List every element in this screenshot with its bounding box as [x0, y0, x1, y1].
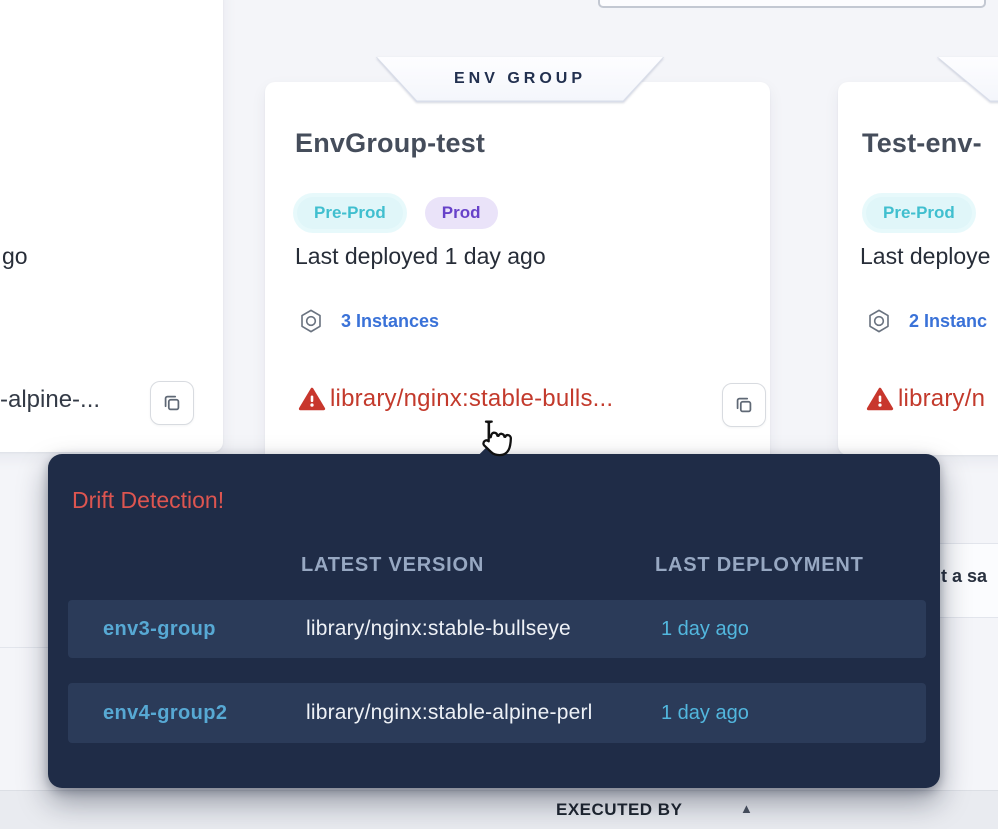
ribbon-label: ENV GROUP	[454, 70, 586, 88]
latest-version-value: library/nginx:stable-alpine-perl	[306, 683, 593, 743]
drift-detection-title: Drift Detection!	[72, 487, 224, 514]
background-partial-text: t a sa	[941, 566, 987, 587]
drift-table-row: env4-group2 library/nginx:stable-alpine-…	[68, 683, 926, 743]
last-deployed-text: Last deploye	[860, 243, 990, 270]
last-deployed-text: Last deployed 1 day ago	[295, 243, 546, 270]
column-header-executed-by[interactable]: EXECUTED BY	[556, 800, 682, 820]
instances-link[interactable]: 2 Instanc	[866, 308, 987, 334]
instances-label: 2 Instanc	[909, 311, 987, 332]
hexagon-instances-icon	[866, 308, 892, 334]
warning-triangle-icon	[298, 385, 326, 413]
drift-warning-row: library/n	[866, 385, 985, 413]
env-group-card-right[interactable]: Test-env- Pre-Prod Last deploye 2 Instan…	[838, 82, 998, 455]
env-link[interactable]: env3-group	[103, 600, 216, 658]
table-header-bar: EXECUTED BY ▲	[0, 790, 998, 829]
card-title: Test-env-	[862, 128, 982, 159]
copy-button[interactable]	[722, 383, 766, 427]
background-row-divider	[0, 647, 48, 648]
instances-link[interactable]: 3 Instances	[298, 308, 439, 334]
badge-pre-prod: Pre-Prod	[297, 197, 403, 229]
column-header-last-deployment: LAST DEPLOYMENT	[655, 554, 864, 577]
env-group-ribbon: ENV GROUP	[376, 57, 664, 102]
image-tag-text: -alpine-...	[0, 386, 100, 414]
image-tag-warning-text[interactable]: library/n	[898, 385, 985, 413]
badge-row: Pre-Prod Prod	[297, 197, 498, 229]
env-link[interactable]: env4-group2	[103, 683, 227, 743]
badge-prod: Prod	[425, 197, 498, 229]
copy-icon	[733, 394, 755, 416]
warning-triangle-icon	[866, 385, 894, 413]
hexagon-instances-icon	[298, 308, 324, 334]
last-deployment-value: 1 day ago	[661, 600, 749, 658]
copy-button[interactable]	[150, 381, 194, 425]
badge-row: Pre-Prod	[866, 197, 972, 229]
top-panel-edge	[598, 0, 986, 8]
last-deployed-text: go	[2, 243, 28, 270]
card-title: EnvGroup-test	[295, 128, 485, 159]
badge-pre-prod: Pre-Prod	[866, 197, 972, 229]
env-group-card-left[interactable]: go -alpine-...	[0, 0, 223, 452]
column-header-latest-version: LATEST VERSION	[301, 554, 484, 577]
drift-table-row: env3-group library/nginx:stable-bullseye…	[68, 600, 926, 658]
last-deployment-value: 1 day ago	[661, 683, 749, 743]
sort-asc-icon: ▲	[740, 801, 753, 816]
image-tag-warning-text[interactable]: library/nginx:stable-bulls...	[330, 385, 613, 413]
drift-warning-row: library/nginx:stable-bulls...	[298, 385, 613, 413]
env-group-card-center[interactable]: EnvGroup-test Pre-Prod Prod Last deploye…	[265, 82, 770, 472]
drift-detection-tooltip: Drift Detection! LATEST VERSION LAST DEP…	[48, 454, 940, 788]
latest-version-value: library/nginx:stable-bullseye	[306, 600, 571, 658]
instances-label: 3 Instances	[341, 311, 439, 332]
env-group-ribbon-partial	[937, 57, 998, 102]
page: t a sa EXECUTED BY ▲ go -alpine-... EnvG…	[0, 0, 998, 828]
copy-icon	[161, 392, 183, 414]
